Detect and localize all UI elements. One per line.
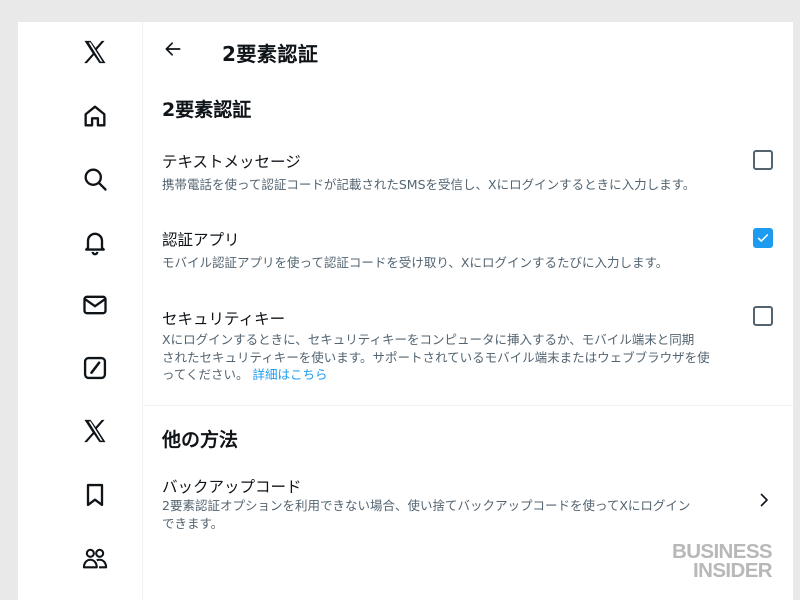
bookmark-icon[interactable] xyxy=(77,477,113,513)
option-auth-app-title: 認証アプリ xyxy=(162,231,240,249)
page-title: 2要素認証 xyxy=(222,42,319,66)
main-content: 2要素認証 2要素認証 テキストメッセージ 携帯電話を使って認証コードが記載され… xyxy=(144,22,793,600)
search-icon[interactable] xyxy=(77,161,113,197)
option-security-key-title: セキュリティキー xyxy=(162,310,286,328)
app-window: 2要素認証 2要素認証 テキストメッセージ 携帯電話を使って認証コードが記載され… xyxy=(18,22,793,600)
back-arrow-icon[interactable] xyxy=(160,36,186,62)
watermark-line2: INSIDER xyxy=(693,559,773,582)
security-key-desc-line2: されたセキュリティキーを使います。サポートされているモバイル端末またはウェブブラ… xyxy=(162,349,710,365)
home-icon[interactable] xyxy=(77,98,113,134)
x-logo-icon[interactable] xyxy=(77,34,113,70)
sidebar xyxy=(18,22,143,600)
mail-icon[interactable] xyxy=(77,287,113,323)
security-key-desc-line3: ってください。 詳細はこちら xyxy=(162,366,777,384)
backup-code-desc-line2: できます。 xyxy=(162,515,224,531)
communities-icon[interactable] xyxy=(77,540,113,576)
option-sms-desc: 携帯電話を使って認証コードが記載されたSMSを受信し、Xにログインするときに入力… xyxy=(162,177,696,192)
section-title-other-methods: 他の方法 xyxy=(162,429,239,451)
learn-more-link[interactable]: 詳細はこちら xyxy=(253,367,328,382)
checkmark-icon xyxy=(757,234,769,242)
option-sms-title: テキストメッセージ xyxy=(162,153,301,171)
backup-code-desc: 2要素認証オプションを利用できない場合、使い捨てバックアップコードを使ってXにロ… xyxy=(162,497,752,532)
auth-app-checkbox[interactable] xyxy=(753,228,773,248)
security-key-desc-line3-text: ってください。 xyxy=(162,367,249,382)
x-premium-icon[interactable] xyxy=(77,413,113,449)
option-auth-app-desc: モバイル認証アプリを使って認証コードを受け取り、Xにログインするたびに入力します… xyxy=(162,255,669,270)
security-key-checkbox[interactable] xyxy=(753,306,773,326)
bell-icon[interactable] xyxy=(77,224,113,260)
section-divider xyxy=(144,405,793,406)
grok-icon[interactable] xyxy=(77,350,113,386)
section-title-2fa: 2要素認証 xyxy=(162,99,252,121)
business-insider-watermark: BUSINESS INSIDER xyxy=(672,541,773,582)
chevron-right-icon[interactable] xyxy=(756,492,772,508)
option-security-key-desc: Xにログインするときに、セキュリティキーをコンピュータに挿入するか、モバイル端末… xyxy=(162,331,777,384)
backup-code-title: バックアップコード xyxy=(162,478,302,496)
backup-code-desc-line1: 2要素認証オプションを利用できない場合、使い捨てバックアップコードを使ってXにロ… xyxy=(162,498,691,513)
security-key-desc-line1: Xにログインするときに、セキュリティキーをコンピュータに挿入するか、モバイル端末… xyxy=(162,332,695,347)
page-header: 2要素認証 xyxy=(144,22,793,82)
sms-checkbox[interactable] xyxy=(753,150,773,170)
